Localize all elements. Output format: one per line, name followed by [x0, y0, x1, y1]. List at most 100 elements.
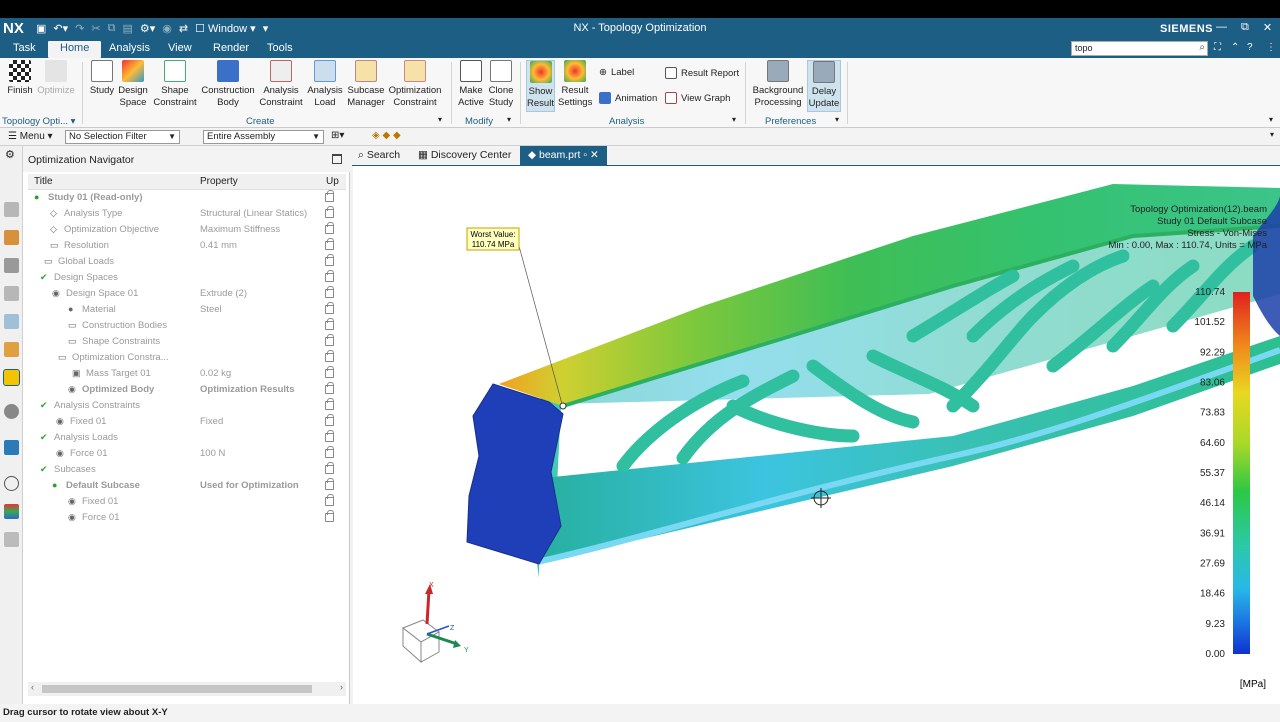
navigator-hscrollbar[interactable]: ‹ › — [28, 682, 346, 696]
roles-icon[interactable] — [4, 440, 19, 455]
help-icon[interactable]: ? — [1247, 42, 1253, 53]
system-materials-icon[interactable] — [4, 476, 19, 491]
selbar-overflow-icon[interactable]: ▾ — [1270, 130, 1274, 139]
navigator-row[interactable]: ✔ Design Spaces — [28, 270, 346, 286]
lock-icon[interactable] — [325, 286, 334, 298]
menu-home[interactable]: Home — [48, 41, 102, 58]
delay-update-button[interactable]: Delay Update — [807, 60, 841, 112]
visibility-icon[interactable]: ◉ — [68, 496, 76, 507]
navigator-row[interactable]: ◉ Optimized Body Optimization Results — [28, 382, 346, 398]
selection-options-icon[interactable]: ⊞▾ — [331, 130, 344, 141]
constraint-navigator-icon[interactable] — [4, 230, 19, 245]
lock-icon[interactable] — [325, 222, 334, 234]
graphics-window[interactable]: Worst Value: 110.74 MPa Topology Optimiz… — [353, 166, 1280, 704]
navigator-row[interactable]: ◇ Analysis Type Structural (Linear Statics… — [28, 206, 346, 222]
visibility-icon[interactable]: ◉ — [68, 512, 76, 523]
lock-icon[interactable] — [325, 414, 334, 426]
navigator-row[interactable]: ● Material Steel — [28, 302, 346, 318]
design-space-button[interactable]: Design Space — [117, 60, 149, 109]
menu-view[interactable]: View — [168, 42, 192, 54]
scroll-left-icon[interactable]: ‹ — [31, 682, 34, 692]
checkmark-icon[interactable]: ✔ — [40, 432, 48, 443]
lock-icon[interactable] — [325, 334, 334, 346]
navigator-row[interactable]: ▭ Shape Constraints — [28, 334, 346, 350]
navigator-row[interactable]: ✔ Subcases — [28, 462, 346, 478]
close-icon[interactable]: ✕ — [590, 149, 599, 161]
command-search-input[interactable]: topo ⌕ — [1071, 41, 1208, 56]
column-up[interactable]: Up — [326, 176, 339, 187]
selection-scope-dropdown[interactable]: Entire Assembly ▼ — [203, 130, 324, 144]
scroll-thumb[interactable] — [42, 685, 312, 693]
collapse-ribbon-icon[interactable]: ⌃ — [1231, 42, 1239, 53]
lock-icon[interactable] — [325, 366, 334, 378]
navigator-row[interactable]: ◉ Force 01 100 N — [28, 446, 346, 462]
study-button[interactable]: Study — [88, 60, 116, 97]
result-settings-button[interactable]: Result Settings — [558, 60, 592, 109]
maximize-icon[interactable] — [332, 154, 342, 164]
lock-icon[interactable] — [325, 446, 334, 458]
reuse-tools-icon[interactable] — [4, 532, 19, 547]
restore-icon[interactable]: ⧉ — [1241, 21, 1249, 34]
scroll-right-icon[interactable]: › — [340, 682, 343, 692]
navigator-row[interactable]: ▭ Global Loads — [28, 254, 346, 270]
show-result-button[interactable]: Show Result — [526, 60, 555, 112]
checkmark-icon[interactable]: ✔ — [40, 464, 48, 475]
finish-button[interactable]: Finish — [5, 60, 35, 97]
optimization-navigator-icon[interactable] — [3, 369, 20, 386]
search-icon[interactable]: ⌕ — [1199, 42, 1205, 53]
visibility-icon[interactable]: ◉ — [68, 384, 76, 395]
lock-icon[interactable] — [325, 206, 334, 218]
process-studio-icon[interactable] — [4, 404, 19, 419]
checkmark-icon[interactable]: ✔ — [40, 400, 48, 411]
analysis-constraint-button[interactable]: Analysis Constraint — [258, 60, 304, 109]
subcase-manager-button[interactable]: Subcase Manager — [346, 60, 386, 109]
navigator-row[interactable]: ▭ Construction Bodies — [28, 318, 346, 334]
lock-icon[interactable] — [325, 382, 334, 394]
visibility-icon[interactable]: ◉ — [56, 448, 64, 459]
optimize-button[interactable]: Optimize — [36, 60, 76, 97]
background-processing-button[interactable]: Background Processing — [752, 60, 804, 109]
navigator-row[interactable]: ✔ Analysis Loads — [28, 430, 346, 446]
create-expand-icon[interactable]: ▾ — [438, 115, 442, 124]
settings-gear-icon[interactable]: ⚙ — [5, 148, 15, 161]
label-button[interactable]: ⊕ Label — [599, 67, 634, 78]
web-browser-icon[interactable] — [4, 314, 19, 329]
navigator-row[interactable]: ◉ Fixed 01 — [28, 494, 346, 510]
navigator-row[interactable]: ◉ Force 01 — [28, 510, 346, 526]
animation-button[interactable]: Animation — [599, 92, 657, 104]
navigator-row[interactable]: ◉ Fixed 01 Fixed — [28, 414, 346, 430]
menu-tools[interactable]: Tools — [267, 42, 293, 54]
navigator-row[interactable]: ● Default Subcase Used for Optimization — [28, 478, 346, 494]
column-title[interactable]: Title — [34, 176, 53, 187]
visibility-icon[interactable]: ◉ — [56, 416, 64, 427]
lock-icon[interactable] — [325, 462, 334, 474]
lock-icon[interactable] — [325, 190, 334, 202]
selection-filter-dropdown[interactable]: No Selection Filter ▼ — [65, 130, 180, 144]
menu-button[interactable]: ☰ Menu ▾ — [8, 131, 53, 142]
close-icon[interactable]: ✕ — [1263, 21, 1272, 34]
lock-icon[interactable] — [325, 270, 334, 282]
preferences-expand-icon[interactable]: ▾ — [835, 115, 839, 124]
part-navigator-icon[interactable] — [4, 258, 19, 273]
navigator-row[interactable]: ◇ Optimization Objective Maximum Stiffness — [28, 222, 346, 238]
more-icon[interactable]: ⋮ — [1266, 42, 1276, 53]
lock-icon[interactable] — [325, 350, 334, 362]
shape-constraint-button[interactable]: Shape Constraint — [152, 60, 198, 109]
result-report-button[interactable]: Result Report — [665, 67, 739, 79]
group-topology[interactable]: Topology Opti... ▾ — [2, 116, 75, 127]
lock-icon[interactable] — [325, 238, 334, 250]
menu-analysis[interactable]: Analysis — [109, 42, 150, 54]
snap-icons[interactable]: ◈ ◆ ◆ — [372, 130, 401, 141]
column-property[interactable]: Property — [200, 176, 238, 187]
menu-task[interactable]: Task — [13, 42, 36, 54]
lock-icon[interactable] — [325, 510, 334, 522]
make-active-button[interactable]: Make Active — [456, 60, 486, 109]
navigator-row[interactable]: ▭ Resolution 0.41 mm — [28, 238, 346, 254]
navigator-row[interactable]: ● Study 01 (Read-only) — [28, 190, 346, 206]
model-view[interactable]: Worst Value: 110.74 MPa Topology Optimiz… — [353, 166, 1280, 704]
construction-body-button[interactable]: Construction Body — [200, 60, 256, 109]
analysis-expand-icon[interactable]: ▾ — [732, 115, 736, 124]
tab-beam-prt[interactable]: ◆ beam.prt ▫ ✕ — [520, 146, 607, 166]
assembly-navigator-icon[interactable] — [4, 202, 19, 217]
lock-icon[interactable] — [325, 302, 334, 314]
